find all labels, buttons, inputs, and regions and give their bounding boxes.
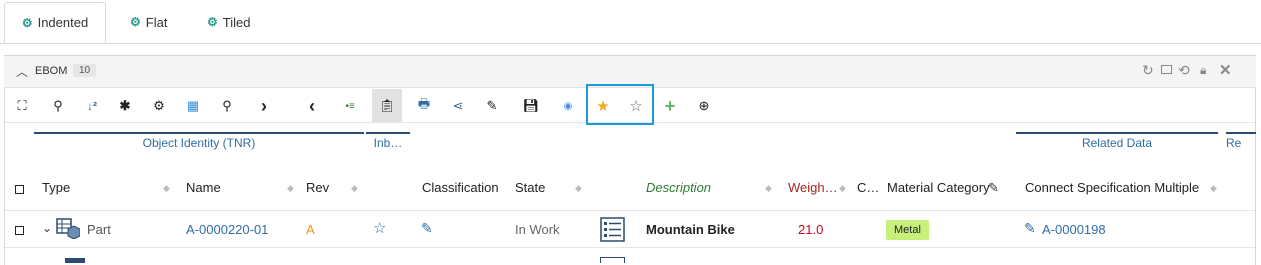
part-icon-partial	[65, 258, 85, 263]
sort-icon[interactable]: ↓²	[82, 96, 102, 116]
edit-classification-icon[interactable]: ✎	[421, 220, 433, 237]
share-icon[interactable]: ⋖	[448, 96, 468, 116]
group-re: Re	[1226, 132, 1256, 150]
col-classification[interactable]: Classification	[422, 180, 498, 195]
clipboard-icon[interactable]: 📋︎	[372, 89, 402, 122]
group-object-identity: Object Identity (TNR)	[34, 132, 364, 150]
close-icon[interactable]: ✕	[1219, 61, 1232, 79]
star-outline-icon[interactable]: ☆	[373, 219, 386, 237]
row-spec-link[interactable]: A-0000198	[1042, 222, 1106, 237]
sort-arrows-icon[interactable]: ◆	[163, 183, 170, 194]
view-tab-bar	[0, 0, 1261, 44]
add-icon[interactable]: +	[660, 96, 680, 116]
gears-icon: ⚙	[21, 15, 33, 30]
tab-label: Tiled	[222, 14, 251, 30]
material-category-badge: Metal	[886, 220, 929, 240]
radio-icon[interactable]: ◉	[558, 96, 578, 116]
edit-icon[interactable]: ✎	[482, 96, 502, 116]
sort-arrows-icon[interactable]: ◆	[765, 183, 772, 194]
chevron-left-icon[interactable]: ‹	[302, 96, 322, 116]
col-rev[interactable]: Rev	[306, 180, 329, 195]
asterisk-icon[interactable]: ✱	[115, 96, 135, 116]
save-icon[interactable]: 💾︎	[521, 96, 541, 116]
panel-title: EBOM	[35, 65, 68, 77]
row-type: Part	[87, 222, 111, 237]
pencil-icon: ✎	[988, 180, 999, 195]
col-weight[interactable]: Weigh…	[788, 180, 838, 195]
tab-tiled[interactable]: ⚙ Tiled	[207, 2, 250, 42]
search-icon[interactable]: ⚲	[48, 96, 68, 116]
row-state: In Work	[515, 222, 560, 237]
zoom-in-icon[interactable]: ⊕	[694, 96, 714, 116]
fullscreen-icon[interactable]: ⛶	[12, 96, 32, 116]
row-description: Mountain Bike	[646, 222, 735, 237]
col-c[interactable]: C…	[857, 180, 879, 195]
document-list-icon[interactable]	[600, 217, 625, 242]
document-list-icon-partial	[600, 257, 625, 263]
gears-icon: ⚙	[207, 15, 218, 29]
tab-label: Flat	[145, 14, 168, 30]
zoom-search-icon[interactable]: ⚲	[217, 96, 237, 116]
part-assembly-icon	[56, 217, 81, 240]
tab-flat[interactable]: ⚙ Flat	[130, 2, 167, 42]
row-checkbox[interactable]	[15, 226, 24, 235]
edit-spec-icon[interactable]: ✎	[1024, 220, 1036, 237]
col-state[interactable]: State	[515, 180, 545, 195]
table-icon[interactable]: ▦	[183, 96, 203, 116]
col-description[interactable]: Description	[646, 180, 711, 195]
maximize-icon[interactable]	[1161, 65, 1172, 74]
chevron-right-icon[interactable]: ›	[254, 96, 274, 116]
select-all-checkbox[interactable]	[15, 185, 24, 194]
col-material-category[interactable]: Material Category	[887, 180, 990, 195]
print-icon[interactable]: 🖶	[414, 96, 434, 116]
gears-icon: ⚙	[130, 15, 141, 29]
group-related-data: Related Data	[1016, 132, 1218, 150]
row-name-link[interactable]: A-0000220-01	[186, 222, 268, 237]
reset-icon[interactable]: ⟲	[1178, 62, 1190, 79]
col-type[interactable]: Type	[42, 180, 70, 195]
item-count-badge: 10	[73, 64, 97, 77]
refresh-icon[interactable]: ↻	[1142, 62, 1154, 79]
settings-gear-icon[interactable]: ⚙	[149, 96, 169, 116]
tab-label: Indented	[37, 15, 89, 30]
collapse-chevron-icon[interactable]: ︿	[16, 63, 28, 80]
sort-arrows-icon[interactable]: ◆	[575, 183, 582, 194]
sort-arrows-icon[interactable]: ◆	[287, 183, 294, 194]
expand-chevron-icon[interactable]: ⌄	[42, 221, 52, 235]
list-icon[interactable]: •≡	[340, 96, 360, 116]
sort-arrows-icon[interactable]: ◆	[351, 183, 358, 194]
sort-arrows-icon[interactable]: ◆	[839, 183, 846, 194]
row-rev: A	[306, 222, 315, 237]
row-weight: 21.0	[798, 222, 824, 237]
sort-arrows-icon[interactable]: ◆	[1210, 183, 1217, 194]
favorites-highlight	[586, 84, 654, 125]
group-inbox: Inb…	[366, 132, 410, 150]
table-row-partial	[5, 250, 1255, 263]
col-name[interactable]: Name	[186, 180, 221, 195]
lock-icon[interactable]: 🔒︎	[1200, 63, 1206, 78]
tab-indented[interactable]: ⚙ Indented	[4, 2, 106, 43]
col-connect-specification[interactable]: Connect Specification Multiple	[1025, 180, 1199, 195]
